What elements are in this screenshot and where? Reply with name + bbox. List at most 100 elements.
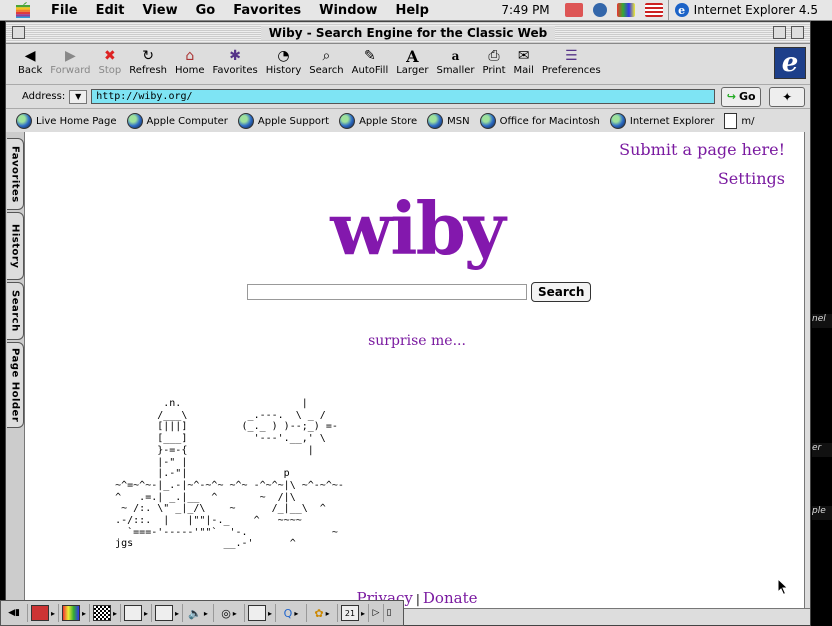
mail-icon: ✉ [517,48,530,64]
control-strip-tab-icon[interactable]: ▯ [384,604,394,622]
smaller-button[interactable]: a Smaller [432,47,478,76]
keychain-icon[interactable]: ▸ [245,604,276,622]
globe-icon[interactable] [592,3,607,17]
globe-icon [126,113,143,129]
resolution-icon[interactable]: ▸ [90,604,121,622]
vertical-scrollbar[interactable] [804,132,810,608]
globe-icon [339,113,356,129]
search-button[interactable]: Search [531,282,592,302]
tab-search[interactable]: Search [7,282,24,340]
printer-icon[interactable]: ▸ [121,604,152,622]
tab-history[interactable]: History [7,212,24,280]
fav-label: Apple Computer [146,115,228,127]
address-input[interactable] [91,89,716,104]
zoom-box-icon[interactable] [773,26,786,39]
fav-label: m/ [741,115,755,127]
collapse-box-icon[interactable] [791,26,804,39]
text-smaller-icon: a [451,49,460,63]
apple-menu-icon[interactable] [14,2,32,18]
file-sharing-icon[interactable] [564,3,583,17]
search-icon: ⌕ [322,48,331,64]
back-label: Back [18,65,43,76]
favorites-button[interactable]: ✱ Favorites [209,47,262,76]
stop-button[interactable]: ✖ Stop [95,47,126,76]
autofill-button[interactable]: ✎ AutoFill [348,47,393,76]
smaller-label: Smaller [436,65,475,76]
fav-label: Office for Macintosh [499,115,600,127]
flag-icon[interactable] [644,3,663,17]
appletalk-icon[interactable]: ▸ [28,604,59,622]
forward-arrow-icon: ▶ [65,48,76,64]
forward-button[interactable]: ▶ Forward [46,47,94,76]
fav-msn[interactable]: MSN [427,113,470,129]
back-button[interactable]: ◀ Back [14,47,46,76]
mail-button[interactable]: ✉ Mail [510,47,538,76]
color-depth-icon[interactable]: ▸ [59,604,90,622]
history-icon: ◔ [277,48,290,64]
page-tools-button[interactable]: ✦ [769,86,806,107]
fav-apple-store[interactable]: Apple Store [339,113,417,129]
close-box-icon[interactable] [12,26,25,39]
tab-page-holder[interactable]: Page Holder [7,342,24,428]
search-input[interactable] [247,284,527,300]
fav-apple-computer[interactable]: Apple Computer [126,113,228,129]
address-dropdown-icon[interactable]: ▼ [69,89,88,104]
menu-go[interactable]: Go [187,3,225,18]
larger-button[interactable]: A Larger [392,46,432,77]
go-label: Go [739,90,756,103]
tab-page-holder-label: Page Holder [9,347,21,423]
history-label: History [265,65,302,76]
preferences-icon: ☰ [564,48,578,64]
mouse-cursor-icon [777,578,789,596]
application-menu[interactable]: e Internet Explorer 4.5 [667,0,832,20]
preferences-button[interactable]: ☰ Preferences [538,47,605,76]
background-window-edge: er [812,443,832,457]
ascii-art-lighthouse: .n. | /___\ _.---. \ _ / [|||] (_._ ) )-… [115,398,344,550]
explorer-bar-tabs: Favorites History Search Page Holder [6,132,25,602]
cd-player-icon[interactable]: ◎ ▸ [214,604,245,622]
ie-app-icon: e [674,3,689,17]
menu-view[interactable]: View [133,3,186,18]
stop-label: Stop [98,65,122,76]
search-toolbar-button[interactable]: ⌕ Search [305,47,347,76]
file-sharing-strip-icon[interactable]: ▸ [152,604,183,622]
menu-help[interactable]: Help [386,3,437,18]
home-button[interactable]: ⌂ Home [171,47,209,76]
fav-live-home-page[interactable]: Live Home Page [16,113,117,129]
fav-office-for-macintosh[interactable]: Office for Macintosh [479,113,600,129]
go-button[interactable]: ↪ Go [721,86,762,107]
print-button[interactable]: ⎙ Print [479,47,510,76]
page-content: Submit a page here! Settings wiby Search… [25,132,809,608]
tab-favorites[interactable]: Favorites [7,138,24,210]
control-strip-arrow-icon[interactable]: ▷ [369,604,384,622]
background-window-edge: nel [812,314,832,328]
menu-window[interactable]: Window [310,3,386,18]
date-time-icon[interactable]: 21 ▸ [338,604,369,622]
magic-wand-icon: ✦ [782,89,793,104]
fav-internet-explorer[interactable]: Internet Explorer [609,113,714,129]
browser-window: Wiby - Search Engine for the Classic Web… [5,21,811,626]
menu-edit[interactable]: Edit [87,3,134,18]
title-bar[interactable]: Wiby - Search Engine for the Classic Web [6,22,810,44]
ie-logo-icon[interactable]: e [774,47,806,79]
menu-clock[interactable]: 7:49 PM [501,3,549,17]
surprise-me-text[interactable]: surprise me... [368,333,466,349]
fav-m[interactable]: m/ [724,113,755,129]
history-button[interactable]: ◔ History [262,47,306,76]
home-label: Home [175,65,205,76]
app-name: Internet Explorer 4.5 [693,3,818,17]
sound-volume-icon[interactable]: 🔈 ▸ [183,604,214,622]
fav-apple-support[interactable]: Apple Support [237,113,329,129]
menu-file[interactable]: File [42,3,87,18]
quicktime-icon[interactable]: Q ▸ [276,604,307,622]
globe-icon [479,113,496,129]
text-larger-icon: A [406,46,419,66]
control-strip-scroll-icon[interactable]: ◀▮ [1,604,28,622]
donate-link[interactable]: Donate [423,589,478,607]
submit-page-link[interactable]: Submit a page here! [619,140,785,159]
menu-favorites[interactable]: Favorites [224,3,310,18]
home-icon: ⌂ [185,48,195,64]
refresh-button[interactable]: ↻ Refresh [125,47,171,76]
location-manager-icon[interactable]: ✿ ▸ [307,604,338,622]
monitor-icon[interactable] [616,3,635,17]
